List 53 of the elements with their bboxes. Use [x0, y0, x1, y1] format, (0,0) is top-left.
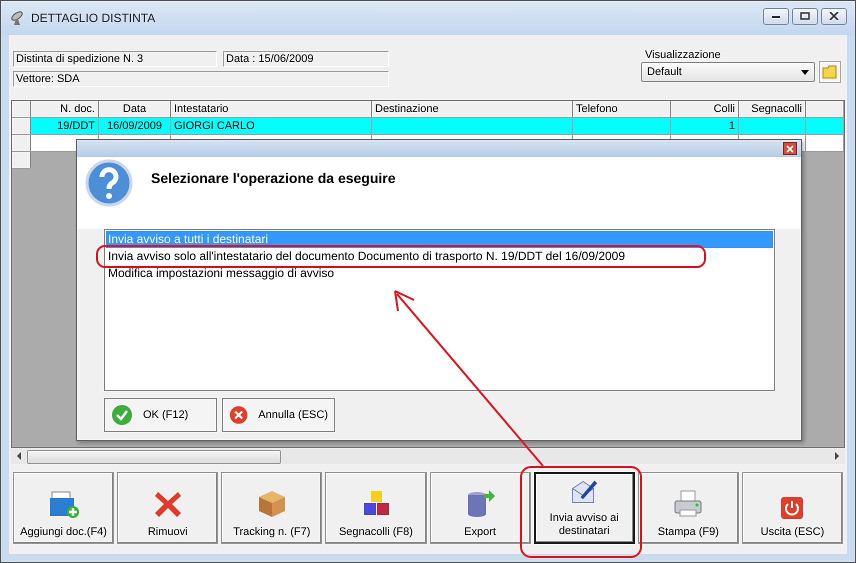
toolbar-button[interactable]: Aggiungi doc.(F4)	[13, 472, 114, 544]
toolbar-button[interactable]: Stampa (F9)	[638, 472, 739, 544]
toolbar-button[interactable]: Tracking n. (F7)	[221, 472, 322, 544]
distinta-field: Distinta di spedizione N. 3	[13, 51, 217, 67]
scroll-thumb[interactable]	[27, 450, 281, 464]
column-header[interactable]: Segnacolli	[739, 101, 806, 117]
folder-icon	[822, 65, 838, 79]
satellite-dish-icon	[9, 10, 25, 26]
table-cell: 19/DDT	[57, 120, 95, 132]
dialog-heading: Selezionare l'operazione da eseguire	[151, 170, 396, 188]
column-header[interactable]: Destinazione	[372, 101, 573, 117]
view-dropdown[interactable]: Default	[641, 62, 815, 82]
folder-button[interactable]	[819, 61, 841, 83]
date-field: Data : 15/06/2009	[223, 51, 389, 67]
power-icon	[780, 496, 804, 520]
column-header[interactable]: Intestatario	[171, 101, 372, 117]
window-title: DETTAGLIO DISTINTA	[31, 11, 156, 25]
close-button[interactable]	[821, 8, 847, 24]
dialog-button[interactable]: OK (F12)	[104, 398, 217, 432]
row-header[interactable]	[12, 135, 31, 151]
close-button[interactable]	[783, 142, 797, 155]
column-header[interactable]: N. doc.	[31, 101, 99, 117]
maximize-icon	[800, 12, 810, 20]
option-item[interactable]: Invia avviso solo all'intestatario del documento Documento di trasporto N. 19/DDT del 16/09/2009	[106, 248, 773, 265]
minimize-button[interactable]	[763, 8, 789, 24]
view-label: Visualizzazione	[644, 49, 722, 61]
toolbar-button[interactable]: Export	[430, 472, 531, 544]
row-header[interactable]	[12, 118, 31, 134]
row-header[interactable]	[12, 152, 31, 168]
option-item[interactable]: Modifica impostazioni messaggio di avviso	[106, 265, 773, 282]
close-icon	[786, 144, 794, 152]
table-row[interactable]: 19/DDT 16/09/2009 GIORGI CARLO 1	[12, 118, 844, 135]
toolbar-button[interactable]: Invia avviso ai destinatari	[534, 472, 635, 544]
toolbar-button[interactable]: Segnacolli (F8)	[325, 472, 426, 544]
table-cell: GIORGI CARLO	[174, 120, 255, 132]
horizontal-scrollbar[interactable]	[11, 448, 845, 464]
cancel-icon	[229, 404, 248, 426]
toolbar-button[interactable]: Rimuovi	[117, 472, 218, 544]
table-cell: 16/09/2009	[106, 120, 162, 132]
scroll-right-icon	[833, 452, 841, 460]
dropdown-arrow-icon	[801, 70, 809, 74]
maximize-button[interactable]	[792, 8, 818, 24]
column-header[interactable]: Telefono	[573, 101, 671, 117]
column-header[interactable]: Data	[99, 101, 171, 117]
carrier-field: Vettore: SDA	[13, 71, 389, 87]
table-cell: 1	[728, 120, 735, 132]
scroll-left-icon	[15, 452, 23, 460]
close-icon	[829, 12, 839, 20]
minimize-icon	[771, 13, 781, 19]
check-icon	[111, 404, 133, 426]
column-header[interactable]: Colli	[671, 101, 739, 117]
dialog-button[interactable]: Annulla (ESC)	[222, 398, 335, 432]
toolbar-button[interactable]: Uscita (ESC)	[742, 472, 844, 544]
